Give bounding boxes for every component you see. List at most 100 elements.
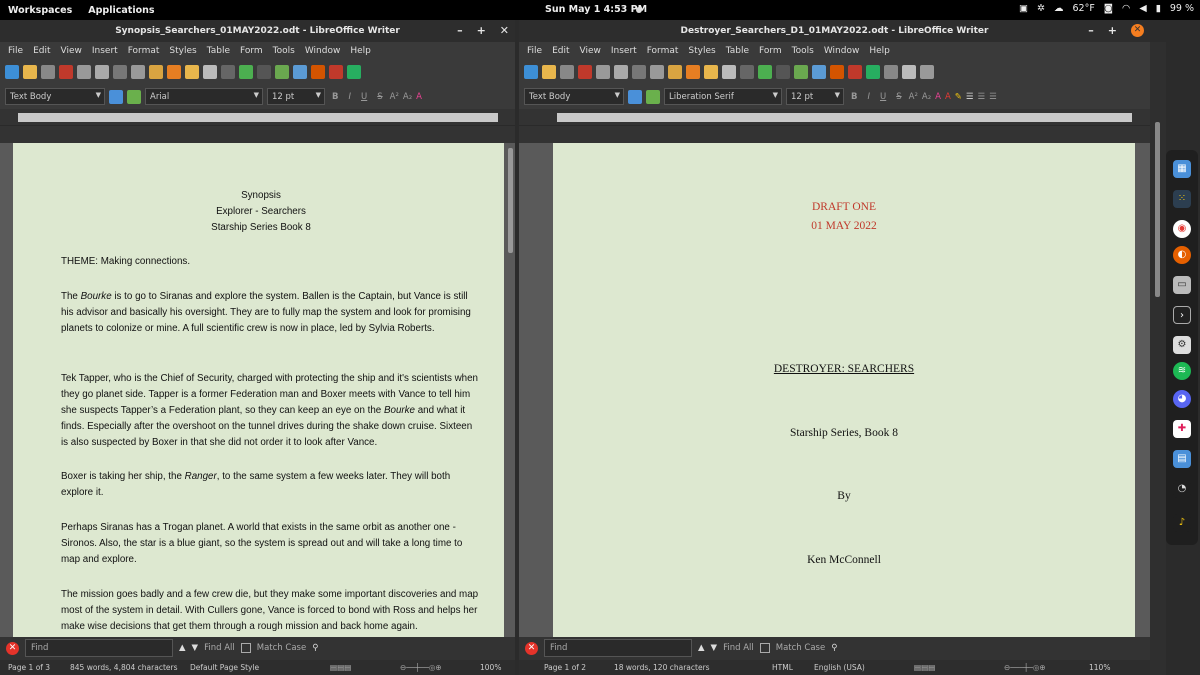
app-grid-icon[interactable]: ⁙ — [1173, 190, 1191, 208]
document-format[interactable]: HTML — [772, 663, 814, 672]
weather-temp[interactable]: 62°F — [1072, 3, 1094, 14]
bold-icon[interactable]: B — [848, 92, 860, 102]
export-pdf-icon[interactable] — [578, 64, 592, 79]
update-style-icon[interactable] — [628, 89, 642, 104]
menu-table[interactable]: Table — [202, 46, 235, 56]
word-count[interactable]: 845 words, 4,804 characters — [70, 663, 190, 672]
menu-edit[interactable]: Edit — [547, 46, 574, 56]
update-style-icon[interactable] — [109, 89, 123, 104]
minimize-icon[interactable]: – — [457, 24, 463, 37]
zoom-slider[interactable]: ⊖───┼─◎⊕ — [1004, 663, 1089, 672]
insert-chart-icon[interactable] — [311, 64, 325, 79]
maximize-icon[interactable]: + — [477, 24, 486, 37]
spelling-icon[interactable] — [758, 64, 772, 79]
copy-icon[interactable] — [131, 64, 145, 79]
subscript-icon[interactable]: A₂ — [922, 92, 931, 102]
open-folder-icon[interactable] — [23, 64, 37, 79]
find-next-icon[interactable]: ▼ — [711, 643, 718, 653]
battery-icon[interactable]: ▮ — [1156, 3, 1161, 14]
strikethrough-icon[interactable]: S — [893, 92, 904, 102]
firefox-icon[interactable]: ◐ — [1173, 246, 1191, 264]
zoom-level[interactable]: 110% — [1089, 663, 1110, 672]
menu-window[interactable]: Window — [300, 46, 346, 56]
left-ruler[interactable] — [0, 109, 515, 126]
word-count[interactable]: 18 words, 120 characters — [614, 663, 772, 672]
page-count[interactable]: Page 1 of 2 — [519, 663, 614, 672]
paragraph-style-select[interactable]: Text Body ▼ — [524, 88, 624, 105]
text-box-icon[interactable] — [848, 64, 862, 79]
battery-percent[interactable]: 99 % — [1170, 3, 1194, 14]
clone-format-icon[interactable] — [686, 64, 700, 79]
superscript-icon[interactable]: A² — [390, 92, 399, 102]
italic-icon[interactable]: I — [864, 92, 873, 102]
cut-icon[interactable] — [113, 64, 127, 79]
left-scrollbar-thumb[interactable] — [508, 148, 513, 253]
cut-icon[interactable] — [632, 64, 646, 79]
menu-format[interactable]: Format — [642, 46, 684, 56]
hyperlink-icon[interactable] — [902, 64, 916, 79]
match-case-checkbox[interactable] — [240, 643, 251, 653]
close-find-icon[interactable]: ✕ — [525, 641, 538, 655]
view-layout-icon[interactable]: ▤▤▤ — [330, 663, 400, 672]
strikethrough-icon[interactable]: S — [374, 92, 385, 102]
find-replace-icon[interactable]: ⚲ — [312, 643, 318, 653]
display-icon[interactable]: ▣ — [1019, 3, 1028, 14]
new-style-icon[interactable] — [127, 89, 141, 104]
align-center-icon[interactable]: ☰ — [978, 92, 986, 102]
font-name-select[interactable]: Liberation Serif ▼ — [664, 88, 782, 105]
superscript-icon[interactable]: A² — [909, 92, 918, 102]
open-folder-icon[interactable] — [542, 64, 556, 79]
find-previous-icon[interactable]: ▲ — [698, 643, 705, 653]
terminal-icon[interactable]: › — [1173, 306, 1191, 324]
save-icon[interactable] — [41, 64, 55, 79]
new-document-icon[interactable] — [524, 64, 538, 79]
close-icon[interactable]: ✕ — [1131, 24, 1144, 37]
print-icon[interactable] — [77, 64, 91, 79]
paste-icon[interactable] — [668, 64, 682, 79]
menu-tools[interactable]: Tools — [268, 46, 300, 56]
menu-table[interactable]: Table — [721, 46, 754, 56]
subscript-icon[interactable]: A₂ — [403, 92, 412, 102]
align-right-icon[interactable]: ☰ — [989, 92, 997, 102]
discord-icon[interactable]: ◕ — [1173, 390, 1191, 408]
slack-icon[interactable]: ✚ — [1173, 420, 1191, 438]
find-input[interactable]: Find — [25, 639, 173, 657]
font-size-select[interactable]: 12 pt ▼ — [267, 88, 325, 105]
spotify-icon[interactable]: ≋ — [1173, 362, 1191, 380]
font-color-icon[interactable]: A — [945, 92, 951, 102]
maximize-icon[interactable]: + — [1108, 24, 1117, 37]
menu-help[interactable]: Help — [345, 46, 376, 56]
underline-icon[interactable]: U — [358, 92, 370, 102]
find-replace-icon[interactable]: ⚲ — [831, 643, 837, 653]
menu-format[interactable]: Format — [123, 46, 165, 56]
paragraph-style-select[interactable]: Text Body ▼ — [5, 88, 105, 105]
left-page[interactable]: Synopsis Explorer - Searchers Starship S… — [13, 143, 504, 648]
weather-icon[interactable]: ☁ — [1054, 3, 1064, 14]
clear-formatting-icon[interactable]: A — [935, 92, 941, 102]
comment-icon[interactable] — [920, 64, 934, 79]
menu-view[interactable]: View — [56, 46, 87, 56]
print-icon[interactable] — [596, 64, 610, 79]
clone-format-icon[interactable] — [167, 64, 181, 79]
bold-icon[interactable]: B — [329, 92, 341, 102]
writer-icon[interactable]: ▤ — [1173, 450, 1191, 468]
files-icon[interactable]: ▭ — [1173, 276, 1191, 294]
menu-styles[interactable]: Styles — [164, 46, 201, 56]
find-replace-icon[interactable] — [221, 64, 235, 79]
find-previous-icon[interactable]: ▲ — [179, 643, 186, 653]
right-ruler[interactable] — [519, 109, 1150, 126]
text-box-icon[interactable] — [329, 64, 343, 79]
page-count[interactable]: Page 1 of 3 — [0, 663, 70, 672]
insert-image-icon[interactable] — [293, 64, 307, 79]
special-character-icon[interactable] — [884, 64, 898, 79]
match-case-checkbox[interactable] — [759, 643, 770, 653]
settings-icon[interactable]: ✲ — [1037, 3, 1045, 14]
find-next-icon[interactable]: ▼ — [192, 643, 199, 653]
menu-file[interactable]: File — [522, 46, 547, 56]
spelling-icon[interactable] — [239, 64, 253, 79]
volume-icon[interactable]: ◀ — [1139, 3, 1146, 14]
language[interactable]: English (USA) — [814, 663, 914, 672]
formatting-marks-icon[interactable] — [776, 64, 790, 79]
view-layout-icon[interactable]: ▤▤▤ — [914, 663, 1004, 672]
copy-icon[interactable] — [650, 64, 664, 79]
